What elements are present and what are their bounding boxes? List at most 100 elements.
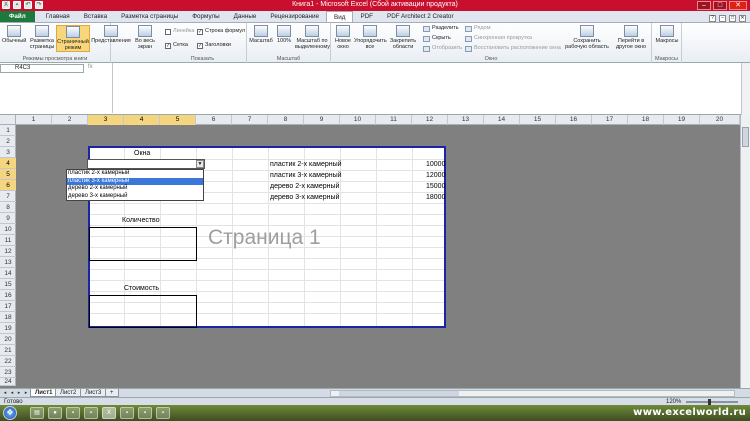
tab-review[interactable]: Рецензирование <box>263 11 326 22</box>
column-header[interactable]: 18 <box>628 115 664 125</box>
fx-icon[interactable]: fx <box>88 64 112 73</box>
row-header[interactable]: 5 <box>0 169 16 180</box>
ribbon-minimize-icon[interactable]: – <box>719 15 726 22</box>
column-header[interactable]: 4 <box>124 115 160 125</box>
column-header[interactable]: 9 <box>304 115 340 125</box>
tab-pdf[interactable]: PDF <box>353 11 380 22</box>
insert-sheet-icon[interactable]: + <box>105 389 119 397</box>
arrange-all-button[interactable]: Упорядочить все <box>354 25 387 50</box>
row-header[interactable]: 14 <box>0 268 16 279</box>
row-header[interactable]: 2 <box>0 136 16 147</box>
dropdown-arrow-icon[interactable]: ▼ <box>196 160 204 168</box>
column-header[interactable]: 12 <box>412 115 448 125</box>
column-header[interactable]: 17 <box>592 115 628 125</box>
formula-bar-expand[interactable] <box>741 63 750 115</box>
prev-sheet-icon[interactable]: ◂ <box>9 390 15 396</box>
new-window-button[interactable]: Новое окно <box>333 25 353 50</box>
zoom-100-button[interactable]: 100% <box>275 25 293 44</box>
column-header[interactable]: 5 <box>160 115 196 125</box>
select-all-corner[interactable] <box>0 115 16 125</box>
column-header[interactable]: 10 <box>340 115 376 125</box>
save-workspace-button[interactable]: Сохранить рабочую область <box>565 25 609 50</box>
split-button[interactable]: Разделить <box>423 25 459 32</box>
taskbar-excel-icon[interactable]: X <box>102 407 116 419</box>
tab-formulas[interactable]: Формулы <box>185 11 226 22</box>
horizontal-scroll-thumb[interactable] <box>339 391 459 396</box>
reset-position-button[interactable]: Восстановить расположение окна <box>465 45 561 52</box>
first-sheet-icon[interactable]: ◂ <box>2 390 8 396</box>
macros-button[interactable]: Макросы <box>654 25 680 44</box>
fullscreen-button[interactable]: Во весь экран <box>133 25 157 50</box>
row-header[interactable]: 20 <box>0 334 16 345</box>
minimize-button[interactable]: – <box>697 1 711 10</box>
help-icon[interactable]: ? <box>709 15 716 22</box>
row-header[interactable]: 13 <box>0 257 16 268</box>
row-header[interactable]: 18 <box>0 312 16 323</box>
switch-windows-button[interactable]: Перейти в другое окно <box>611 25 651 50</box>
vertical-scrollbar[interactable] <box>740 115 750 388</box>
grid-checkbox[interactable]: ✓ Сетка <box>165 42 188 49</box>
maximize-button[interactable]: □ <box>713 1 727 10</box>
taskbar-app-icon[interactable]: ▪ <box>84 407 98 419</box>
zoom-selection-button[interactable]: Масштаб по выделенному <box>295 25 330 50</box>
quantity-box[interactable] <box>89 227 197 261</box>
row-header[interactable]: 22 <box>0 356 16 367</box>
row-header[interactable]: 12 <box>0 246 16 257</box>
hide-button[interactable]: Скрыть <box>423 35 451 42</box>
sheet-tab[interactable]: Лист2 <box>55 389 82 397</box>
taskbar-app-icon[interactable]: ▪ <box>138 407 152 419</box>
name-box[interactable]: R4C3 <box>0 64 84 73</box>
row-header[interactable]: 23 <box>0 367 16 378</box>
column-header[interactable]: 16 <box>556 115 592 125</box>
row-header[interactable]: 3 <box>0 147 16 158</box>
column-header[interactable]: 2 <box>52 115 88 125</box>
column-header[interactable]: 8 <box>268 115 304 125</box>
column-header[interactable]: 11 <box>376 115 412 125</box>
sheet-tab[interactable]: Лист3 <box>80 389 107 397</box>
tab-file[interactable]: Файл <box>0 11 35 22</box>
tab-view[interactable]: Вид <box>326 11 354 22</box>
column-header[interactable]: 3 <box>88 115 124 125</box>
workbook-close-icon[interactable]: ✕ <box>739 15 746 22</box>
headings-checkbox[interactable]: ✓ Заголовки <box>197 42 231 49</box>
last-sheet-icon[interactable]: ▸ <box>23 390 29 396</box>
column-header[interactable]: 14 <box>484 115 520 125</box>
taskbar-explorer-icon[interactable]: ▤ <box>30 407 44 419</box>
dropdown-option[interactable]: дерево 2-х камерный <box>67 185 203 193</box>
zoom-button[interactable]: Масштаб <box>249 25 273 44</box>
taskbar-app-icon[interactable]: ▪ <box>66 407 80 419</box>
tab-insert[interactable]: Вставка <box>77 11 114 22</box>
column-header[interactable]: 19 <box>664 115 700 125</box>
column-header[interactable]: 13 <box>448 115 484 125</box>
column-header[interactable]: 7 <box>232 115 268 125</box>
taskbar-browser-icon[interactable]: ● <box>48 407 62 419</box>
dropdown-option[interactable]: пластик 2-х камерный <box>67 170 203 178</box>
selected-cell[interactable] <box>87 159 205 169</box>
row-header[interactable]: 6 <box>0 180 16 191</box>
row-header[interactable]: 21 <box>0 345 16 356</box>
row-header[interactable]: 8 <box>0 202 16 213</box>
tab-pdf-architect[interactable]: PDF Architect 2 Creator <box>380 11 461 22</box>
row-header[interactable]: 11 <box>0 235 16 246</box>
column-header[interactable]: 1 <box>16 115 52 125</box>
freeze-panes-button[interactable]: Закрепить области <box>387 25 419 50</box>
row-header[interactable]: 17 <box>0 301 16 312</box>
ruler-checkbox[interactable]: Линейка <box>165 28 194 35</box>
taskbar-app-icon[interactable]: ▪ <box>156 407 170 419</box>
formula-input[interactable] <box>116 64 736 112</box>
start-orb-icon[interactable]: ❖ <box>3 406 17 420</box>
row-header[interactable]: 24 <box>0 378 16 386</box>
column-header[interactable]: 15 <box>520 115 556 125</box>
sync-scroll-button[interactable]: Синхронная прокрутка <box>465 35 532 42</box>
row-header[interactable]: 15 <box>0 279 16 290</box>
column-header[interactable]: 6 <box>196 115 232 125</box>
formula-bar-checkbox[interactable]: ✓ Строка формул <box>197 28 245 35</box>
column-header[interactable]: 20 <box>700 115 740 125</box>
page-layout-button[interactable]: Разметка страницы <box>28 25 56 50</box>
row-header[interactable]: 1 <box>0 125 16 136</box>
row-header[interactable]: 16 <box>0 290 16 301</box>
zoom-slider[interactable] <box>686 399 738 405</box>
page-break-view-button[interactable]: Страничный режим <box>56 25 90 52</box>
sheet-tab[interactable]: Лист1 <box>30 389 58 397</box>
close-button[interactable]: ✕ <box>729 1 747 10</box>
